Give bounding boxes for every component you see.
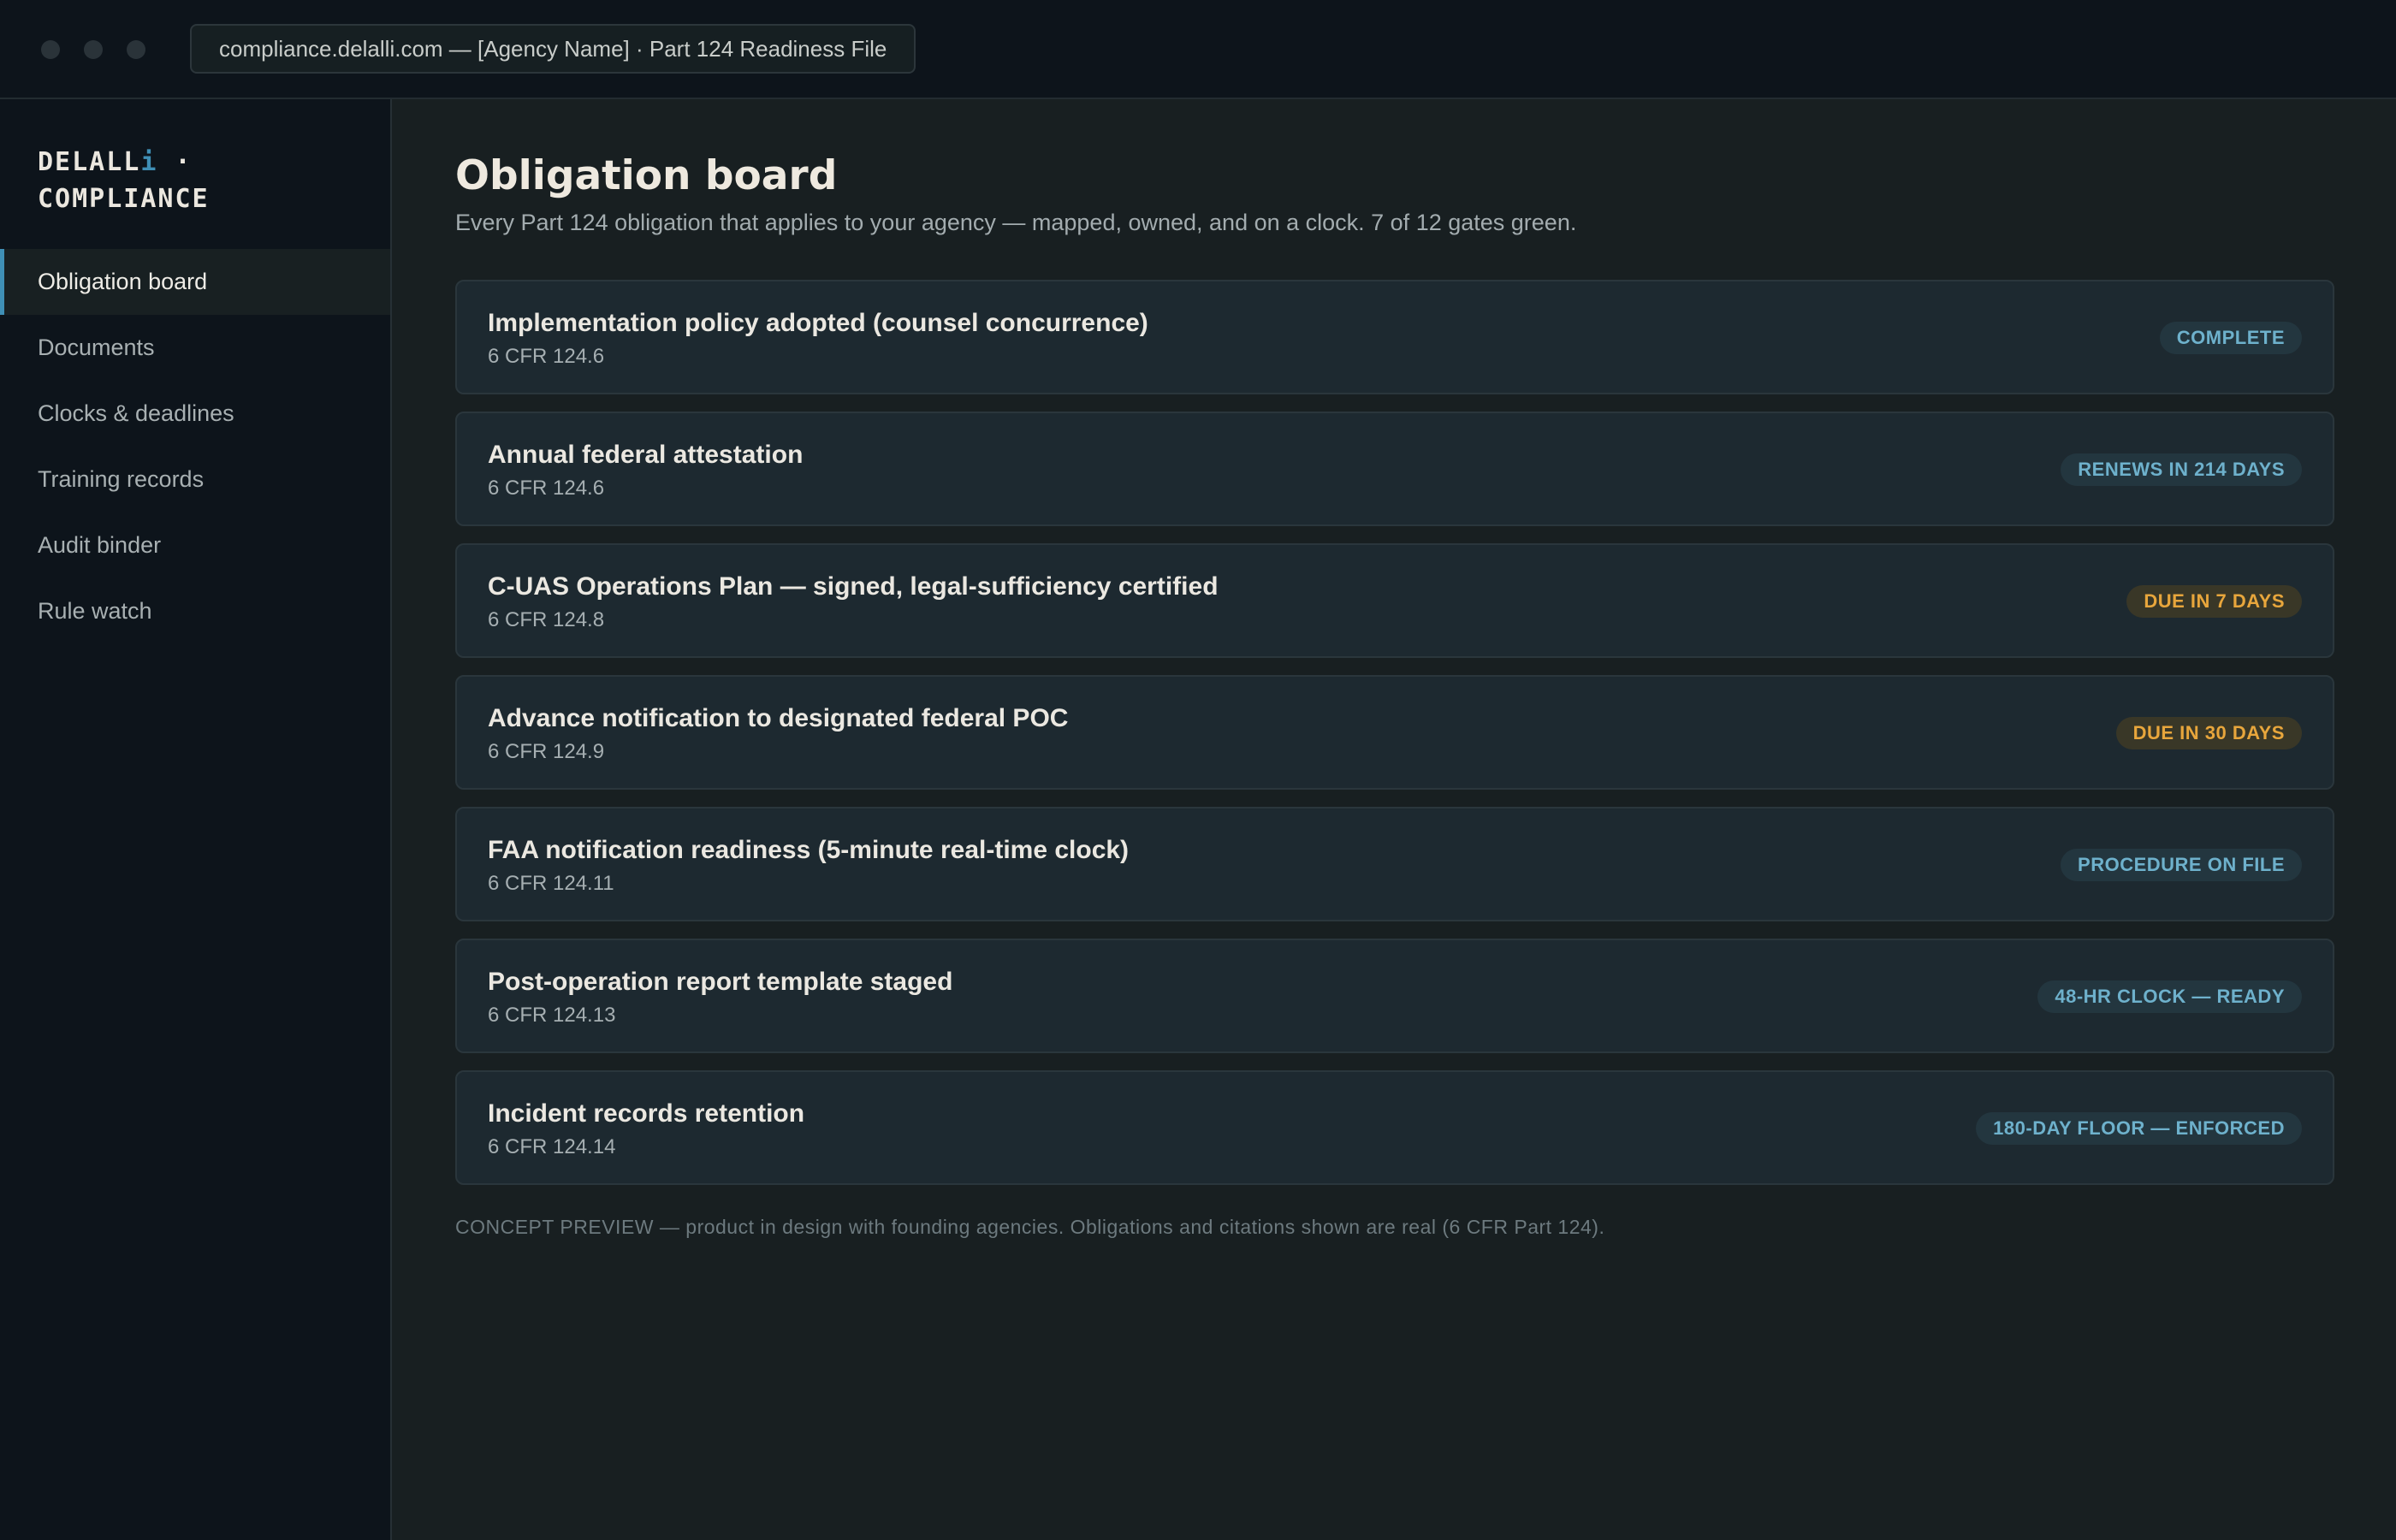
obligation-title: Annual federal attestation <box>488 441 804 469</box>
obligation-card[interactable]: Annual federal attestation 6 CFR 124.6 R… <box>455 412 2334 526</box>
logo-line-1: DELALLi · <box>38 144 210 181</box>
page-title: Obligation board <box>455 152 838 199</box>
obligation-title: Advance notification to designated feder… <box>488 704 1069 732</box>
obligation-card[interactable]: C-UAS Operations Plan — signed, legal-su… <box>455 543 2334 658</box>
obligation-title: Incident records retention <box>488 1099 805 1128</box>
app-window: compliance.delalli.com — [Agency Name] ·… <box>0 0 2396 1540</box>
obligation-title: FAA notification readiness (5-minute rea… <box>488 836 1130 864</box>
sidebar-item-obligation-board[interactable]: Obligation board <box>0 249 390 315</box>
obligation-title: Implementation policy adopted (counsel c… <box>488 309 1148 337</box>
logo-separator: · <box>157 147 193 177</box>
sidebar-item-clocks-deadlines[interactable]: Clocks & deadlines <box>0 381 390 447</box>
sidebar-item-documents[interactable]: Documents <box>0 315 390 381</box>
obligation-title: C-UAS Operations Plan — signed, legal-su… <box>488 572 1219 601</box>
obligation-card[interactable]: Post-operation report template staged 6 … <box>455 939 2334 1053</box>
logo-accent-letter: i <box>140 147 158 177</box>
logo-line-2: COMPLIANCE <box>38 184 210 214</box>
obligation-card[interactable]: Advance notification to designated feder… <box>455 675 2334 790</box>
obligation-card[interactable]: FAA notification readiness (5-minute rea… <box>455 807 2334 921</box>
obligation-citation: 6 CFR 124.14 <box>488 1135 616 1158</box>
sidebar-item-rule-watch[interactable]: Rule watch <box>0 578 390 644</box>
status-badge: COMPLETE <box>2159 322 2302 354</box>
sidebar: DELALLi · COMPLIANCE Obligation board Do… <box>0 99 392 1540</box>
sidebar-item-audit-binder[interactable]: Audit binder <box>0 512 390 578</box>
address-bar[interactable]: compliance.delalli.com — [Agency Name] ·… <box>190 24 916 74</box>
status-badge: DUE IN 7 DAYS <box>2126 585 2302 618</box>
window-maximize-dot-icon[interactable] <box>127 40 145 59</box>
status-badge: PROCEDURE ON FILE <box>2061 849 2302 881</box>
obligation-citation: 6 CFR 124.11 <box>488 872 614 895</box>
obligation-citation: 6 CFR 124.13 <box>488 1004 616 1027</box>
obligation-card[interactable]: Implementation policy adopted (counsel c… <box>455 280 2334 394</box>
obligation-citation: 6 CFR 124.8 <box>488 608 605 631</box>
sidebar-nav: Obligation board Documents Clocks & dead… <box>0 249 390 644</box>
obligation-citation: 6 CFR 124.9 <box>488 740 605 763</box>
obligation-citation: 6 CFR 124.6 <box>488 345 605 368</box>
obligation-card[interactable]: Incident records retention 6 CFR 124.14 … <box>455 1070 2334 1185</box>
window-minimize-dot-icon[interactable] <box>84 40 103 59</box>
brand-logo: DELALLi · COMPLIANCE <box>38 144 210 217</box>
status-badge: 180-DAY FLOOR — ENFORCED <box>1976 1112 2302 1145</box>
obligation-citation: 6 CFR 124.6 <box>488 477 605 500</box>
obligation-title: Post-operation report template staged <box>488 968 953 996</box>
obligation-list: Implementation policy adopted (counsel c… <box>455 280 2334 1202</box>
logo-wordmark: DELALL <box>38 147 141 177</box>
status-badge: RENEWS IN 214 DAYS <box>2061 453 2302 486</box>
status-badge: DUE IN 30 DAYS <box>2115 717 2302 749</box>
sidebar-item-training-records[interactable]: Training records <box>0 447 390 512</box>
window-close-dot-icon[interactable] <box>41 40 60 59</box>
title-bar: compliance.delalli.com — [Agency Name] ·… <box>0 0 2396 99</box>
concept-preview-note: CONCEPT PREVIEW — product in design with… <box>455 1216 1605 1238</box>
page-subtitle: Every Part 124 obligation that applies t… <box>455 210 1577 235</box>
status-badge: 48-HR CLOCK — READY <box>2037 980 2302 1013</box>
